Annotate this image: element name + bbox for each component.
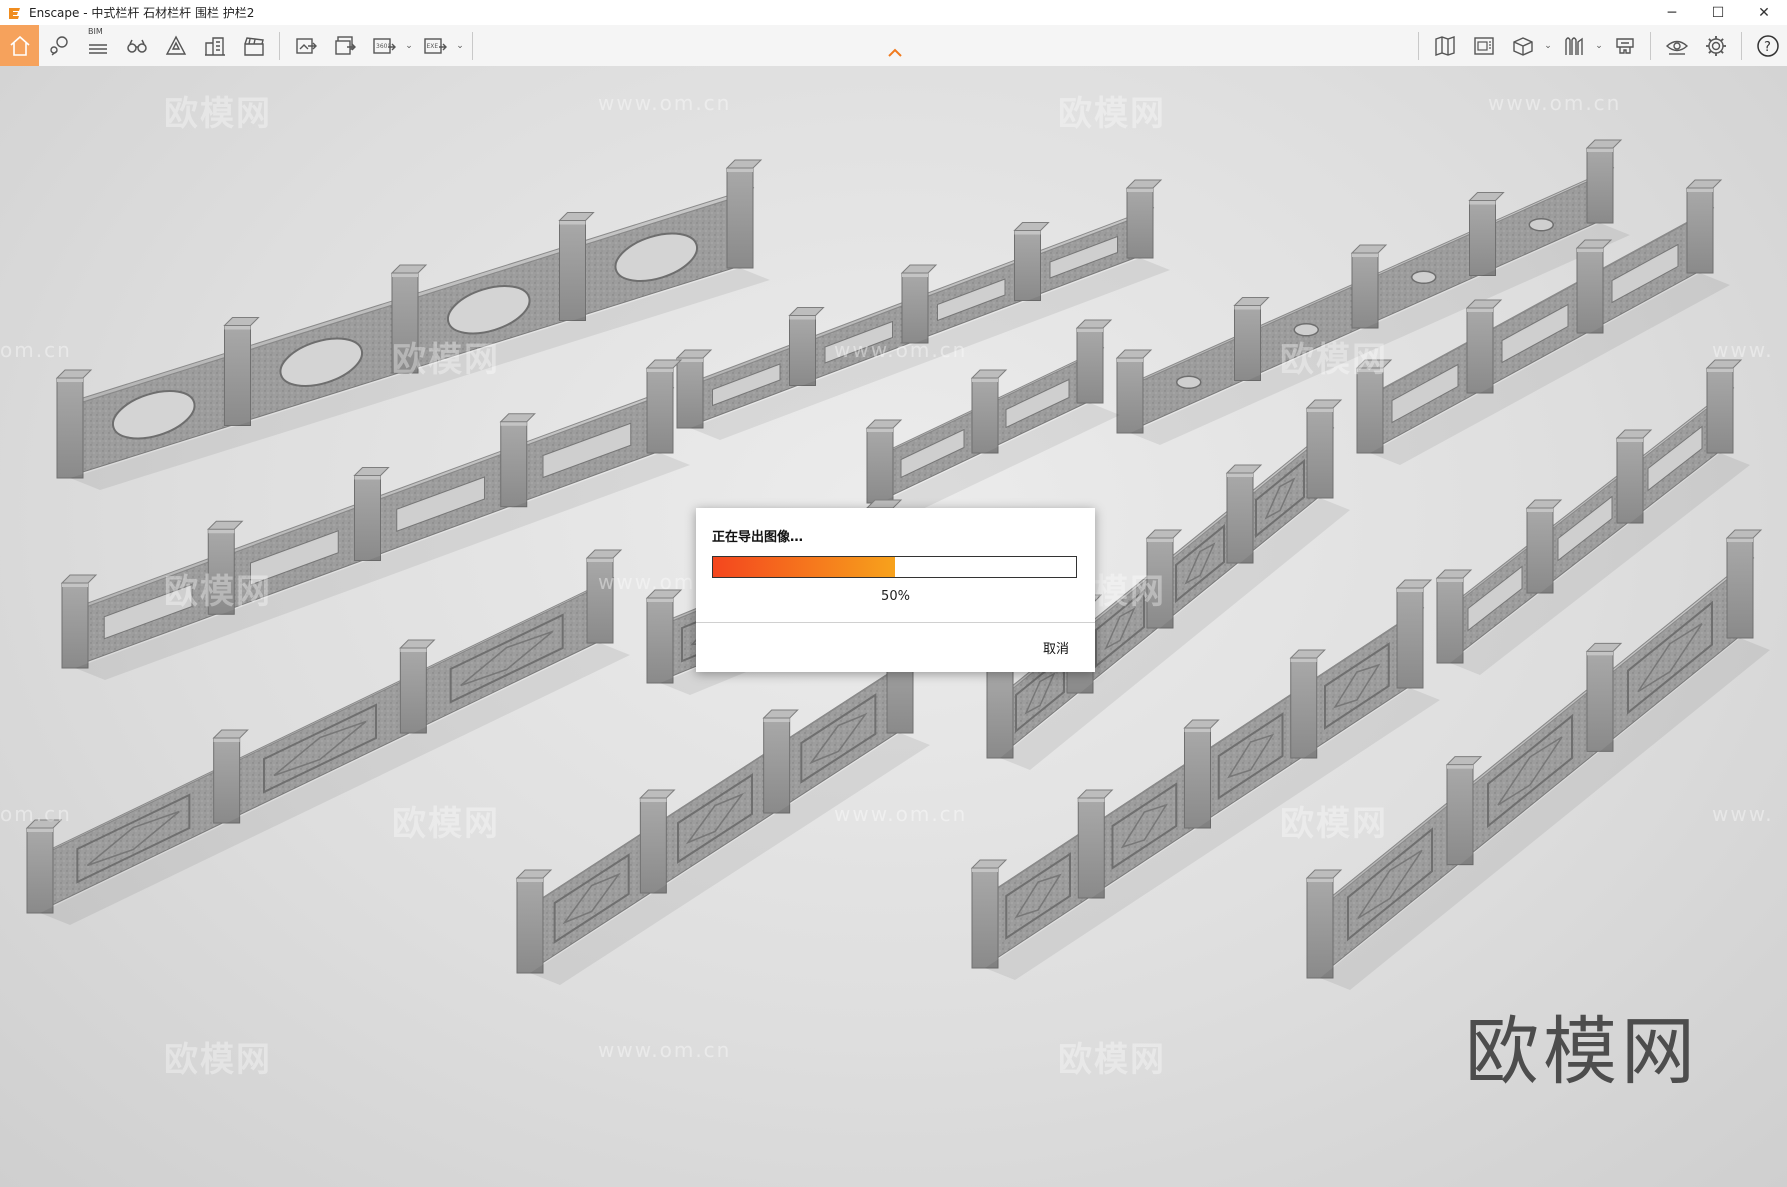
binoculars-icon — [126, 39, 147, 53]
cube-view-icon — [1512, 36, 1533, 56]
toolbar-separator — [1741, 31, 1742, 60]
watermark: 欧模网 — [1058, 1040, 1166, 1080]
perspective-icon — [165, 35, 186, 55]
watermark: 欧模网 — [1280, 340, 1388, 380]
watermark: www.om.cn — [598, 91, 732, 115]
watermark: www.om.cn — [1488, 91, 1622, 115]
watermark: 欧模网 — [1280, 804, 1388, 844]
panorama-360-button[interactable]: 360° — [364, 25, 403, 66]
buildings-icon — [204, 36, 225, 56]
watermark: www. — [1712, 338, 1774, 362]
title-bar: Enscape - 中式栏杆 石材栏杆 围栏 护栏2 ─ ☐ ✕ — [0, 0, 1787, 25]
watermark: 欧模网 — [392, 804, 500, 844]
batch-export-button[interactable] — [325, 25, 364, 66]
cube-view-button[interactable] — [1503, 25, 1542, 66]
bim-button[interactable]: BIM — [78, 25, 117, 66]
asset-library-dropdown-chevron-down-icon[interactable]: ⌄ — [1593, 41, 1605, 51]
maximize-button[interactable]: ☐ — [1695, 0, 1741, 25]
watermark: 欧模网 — [1058, 94, 1166, 134]
progress-percent-label: 50% — [881, 589, 910, 604]
bim-label: BIM — [88, 27, 103, 36]
settings-gear-icon — [1705, 35, 1726, 56]
export-image-icon — [295, 37, 317, 54]
batch-export-icon — [334, 35, 356, 55]
visual-settings-icon — [1665, 40, 1688, 55]
progress-fill — [713, 557, 895, 577]
map-view-icon — [1434, 35, 1455, 56]
export-image-button[interactable] — [286, 25, 325, 66]
panorama-360-icon: 360° — [372, 37, 396, 54]
map-pin-icon — [49, 35, 68, 56]
perspective-button[interactable] — [156, 25, 195, 66]
enscape-logo-icon — [9, 7, 20, 19]
asset-library-button[interactable] — [1554, 25, 1593, 66]
exe-label: EXE — [426, 43, 438, 50]
asset-library-icon — [1564, 36, 1583, 55]
watermark: www.om.cn — [598, 1038, 732, 1062]
toolbar-separator — [1418, 31, 1419, 60]
home-button[interactable] — [0, 25, 39, 66]
window-title: Enscape - 中式栏杆 石材栏杆 围栏 护栏2 — [29, 6, 255, 20]
watermark: om.cn — [0, 802, 72, 826]
dialog-divider — [696, 622, 1095, 623]
home-icon — [9, 35, 30, 56]
collapse-toolbar-chevron-up-icon[interactable] — [884, 46, 906, 60]
vr-headset-button[interactable] — [1605, 25, 1644, 66]
watermark: www.om.cn — [834, 338, 968, 362]
watermark: 欧模网 — [164, 94, 272, 134]
exe-dropdown-chevron-down-icon[interactable]: ⌄ — [454, 41, 466, 51]
gallery-icon — [1473, 36, 1494, 55]
dialog-title: 正在导出图像… — [712, 530, 804, 545]
toolbar-separator — [279, 31, 280, 60]
help-glyph: ? — [1764, 40, 1771, 55]
map-pin-button[interactable] — [39, 25, 78, 66]
buildings-button[interactable] — [195, 25, 234, 66]
watermark: www. — [1712, 802, 1774, 826]
export-progress-dialog: 正在导出图像… 50% 取消 — [696, 508, 1095, 672]
watermark: om.cn — [0, 338, 72, 362]
watermark: 欧模网 — [164, 1040, 272, 1080]
toolbar-separator — [472, 31, 473, 60]
watermark: 欧模网 — [392, 340, 500, 380]
window-controls: ─ ☐ ✕ — [1649, 0, 1787, 25]
binoculars-button[interactable] — [117, 25, 156, 66]
gallery-button[interactable] — [1464, 25, 1503, 66]
exe-export-button[interactable]: EXE — [415, 25, 454, 66]
cube-view-dropdown-chevron-down-icon[interactable]: ⌄ — [1542, 41, 1554, 51]
help-icon: ? — [1756, 34, 1779, 57]
clapperboard-button[interactable] — [234, 25, 273, 66]
panorama-dropdown-chevron-down-icon[interactable]: ⌄ — [403, 41, 415, 51]
visual-settings-button[interactable] — [1657, 25, 1696, 66]
vr-headset-icon — [1615, 37, 1634, 54]
toolbar-separator — [1650, 31, 1651, 60]
settings-button[interactable] — [1696, 25, 1735, 66]
big-watermark: 欧模网 — [1465, 1009, 1699, 1095]
exe-export-icon: EXE — [423, 37, 447, 54]
watermark: www.om.cn — [834, 802, 968, 826]
clapperboard-icon — [243, 36, 264, 56]
bim-icon — [88, 43, 107, 54]
close-button[interactable]: ✕ — [1741, 0, 1787, 25]
watermark: 欧模网 — [164, 572, 272, 612]
map-view-button[interactable] — [1425, 25, 1464, 66]
minimize-button[interactable]: ─ — [1649, 0, 1695, 25]
export-progress-bar — [712, 556, 1077, 578]
help-button[interactable]: ? — [1748, 25, 1787, 66]
toolbar-right-group: ⌄ ⌄ ? — [1412, 25, 1787, 66]
cancel-button[interactable]: 取消 — [1043, 638, 1069, 657]
